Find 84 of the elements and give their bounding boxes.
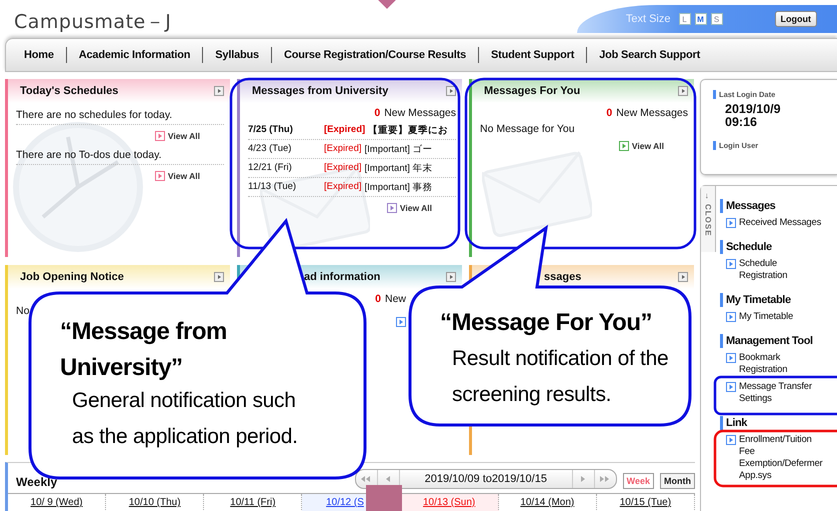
callout-title: “Message For You” xyxy=(440,308,653,338)
play-icon xyxy=(726,218,736,228)
close-label: CLOSE xyxy=(704,204,712,237)
menu-item[interactable]: My Timetable xyxy=(720,311,831,323)
menu-item[interactable]: Enrollment/Tuition Fee Exemption/Defermer App.sys xyxy=(720,434,831,482)
menu-section-title: Link xyxy=(720,416,831,430)
play-icon xyxy=(726,259,736,269)
nav-item[interactable]: Job Search Support xyxy=(586,47,712,63)
new-messages-label: New Messages xyxy=(616,107,688,119)
panel-title: Today's Schedules xyxy=(20,85,118,97)
view-button[interactable]: Month xyxy=(660,473,695,489)
text-size-button[interactable]: S xyxy=(710,13,722,25)
menu-item[interactable]: Schedule Registration xyxy=(720,258,831,282)
app-logo: Campusmate－J xyxy=(14,10,172,35)
collapse-icon[interactable] xyxy=(446,272,456,282)
panel-title: Job Opening Notice xyxy=(20,271,124,283)
message-row[interactable]: 12/21 (Fri) [Expired] [Important] 年末 xyxy=(248,159,456,178)
new-count: 0 xyxy=(375,293,381,305)
previous-icon xyxy=(386,476,391,482)
menu-section-title: Management Tool xyxy=(720,334,831,348)
panel-title: ad information xyxy=(304,271,380,283)
schedule-text: There are no To-dos due today. xyxy=(16,145,224,165)
nav-item[interactable]: Academic Information xyxy=(66,47,202,63)
menu-item[interactable]: Bookmark Registration xyxy=(720,352,831,376)
day-header[interactable]: 10/ 9 (Wed) xyxy=(30,497,83,508)
nav-item[interactable]: Home xyxy=(12,47,66,63)
message-row[interactable]: 11/13 (Tue) [Expired] [Important] 事務 xyxy=(248,178,456,197)
next-icon xyxy=(600,476,610,482)
play-icon xyxy=(154,171,165,181)
menu-section-title: Messages xyxy=(720,199,831,213)
play-icon xyxy=(386,203,397,213)
login-date: 2019/10/9 09:16 xyxy=(725,103,782,129)
callout-text: Result notification of the screening results. xyxy=(452,346,670,408)
text-size-label: Text Size xyxy=(626,13,670,25)
view-all-link[interactable]: View All xyxy=(386,203,432,213)
new-count: 0 xyxy=(374,107,380,119)
message-row[interactable]: 7/25 (Thu) [Expired] 【重要】夏季にお xyxy=(248,121,456,140)
view-all-link[interactable]: View All xyxy=(618,141,664,151)
view-all-link[interactable]: View All xyxy=(154,171,200,181)
new-count: 0 xyxy=(606,107,612,119)
collapse-icon[interactable] xyxy=(214,272,224,282)
message-row[interactable]: 4/23 (Tue) [Expired] [Important] ゴー xyxy=(248,140,456,159)
next-icon xyxy=(580,476,586,482)
text-size-button[interactable]: M xyxy=(694,13,706,25)
day-header[interactable]: 10/14 (Mon) xyxy=(520,497,574,508)
notice-text: No xyxy=(16,305,30,317)
collapse-icon[interactable] xyxy=(678,272,688,282)
schedule-text: There are no schedules for today. xyxy=(16,105,224,125)
collapse-icon[interactable] xyxy=(678,86,688,96)
callout-text: General notification such as the application period. xyxy=(72,388,299,450)
day-header[interactable]: 10/15 (Tue) xyxy=(620,497,672,508)
play-icon xyxy=(618,141,629,151)
empty-message: No Message for You xyxy=(480,123,576,135)
new-messages-label: New Messages xyxy=(384,107,456,119)
menu-section-title: Schedule xyxy=(720,240,831,254)
nav-item[interactable]: Student Support xyxy=(478,47,586,63)
close-arrow: → xyxy=(704,192,712,201)
panel-title: ssages xyxy=(544,271,582,283)
nav-item[interactable]: Syllabus xyxy=(202,47,271,63)
close-tab[interactable]: → CLOSE xyxy=(701,186,716,252)
view-icon xyxy=(396,317,406,327)
previous-icon xyxy=(361,476,372,482)
play-icon xyxy=(726,435,736,445)
menu-item[interactable]: Received Messages xyxy=(720,217,831,229)
collapse-icon[interactable] xyxy=(446,86,456,96)
panel-title: Messages For You xyxy=(484,85,580,97)
panel-title: Messages from University xyxy=(252,85,388,97)
play-icon xyxy=(726,353,736,363)
play-icon xyxy=(154,131,165,141)
menu-item[interactable]: Message Transfer Settings xyxy=(720,381,831,405)
day-header[interactable]: 10/11 (Fri) xyxy=(230,497,276,508)
weekly-title: Weekly xyxy=(16,475,58,489)
callout-title: “Message from University” xyxy=(60,317,228,383)
collapse-icon[interactable] xyxy=(214,86,224,96)
nav-item[interactable]: Course Registration/Course Results xyxy=(270,47,478,63)
marker-shape xyxy=(366,485,402,511)
day-header[interactable]: 10/10 (Thu) xyxy=(128,497,181,508)
new-messages-label: New xyxy=(384,293,406,305)
view-all-link[interactable]: View All xyxy=(154,131,200,141)
menu-section-title: My Timetable xyxy=(720,293,831,307)
play-icon xyxy=(726,382,736,392)
logout-button[interactable]: Logout xyxy=(774,11,817,27)
date-range: 2019/10/09 to2019/10/15 xyxy=(424,473,548,485)
play-icon xyxy=(726,312,736,322)
